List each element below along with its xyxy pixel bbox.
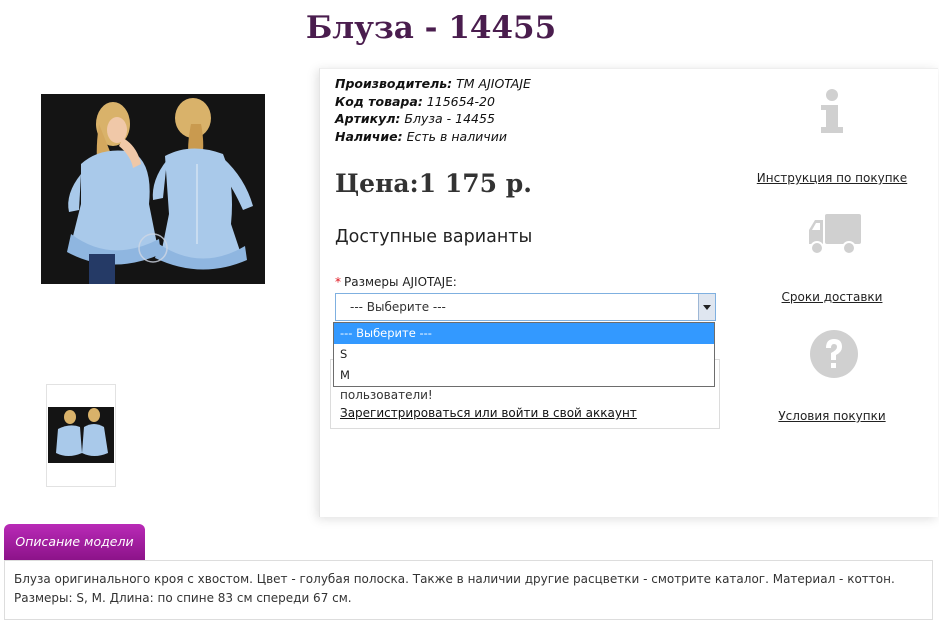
size-label: * Размеры AJIOTAJE: <box>335 275 457 289</box>
size-option[interactable]: S <box>334 344 714 365</box>
product-title: Блуза - 14455 <box>305 10 557 46</box>
instruction-link[interactable]: Инструкция по покупке <box>747 171 917 185</box>
size-select[interactable]: --- Выберите --- <box>335 293 716 321</box>
price: Цена:1 175 р. <box>335 169 532 198</box>
login-text: пользователи! <box>340 388 433 402</box>
manufacturer-label: Производитель: <box>335 76 453 91</box>
variants-heading: Доступные варианты <box>335 227 533 247</box>
article-value: Блуза - 14455 <box>404 111 495 126</box>
size-label-text: Размеры AJIOTAJE: <box>344 275 457 289</box>
product-thumbnail[interactable] <box>46 384 116 487</box>
truck-icon <box>807 212 863 262</box>
product-info-panel: Производитель: ТМ AJIOTAJE Код товара: 1… <box>319 68 938 517</box>
size-select-value: --- Выберите --- <box>350 300 446 314</box>
stock-value: Есть в наличии <box>406 128 507 144</box>
terms-link[interactable]: Условия покупки <box>747 409 917 423</box>
size-option[interactable]: M <box>334 365 714 386</box>
code-label: Код товара: <box>335 93 423 109</box>
register-login-link[interactable]: Зарегистрироваться или войти в свой акка… <box>340 406 637 420</box>
info-icon <box>817 89 847 141</box>
article-label: Артикул: <box>335 111 401 126</box>
required-mark: * <box>335 275 341 289</box>
question-icon <box>809 329 859 383</box>
size-dropdown[interactable]: --- Выберите --- S M <box>333 322 715 387</box>
product-photo[interactable] <box>41 94 265 284</box>
description-box: Блуза оригинального кроя с хвостом. Цвет… <box>4 560 933 620</box>
manufacturer-value: ТМ AJIOTAJE <box>456 76 531 91</box>
size-option[interactable]: --- Выберите --- <box>334 323 714 344</box>
chevron-down-icon[interactable] <box>698 294 715 320</box>
product-meta: Производитель: ТМ AJIOTAJE Код товара: 1… <box>335 75 531 145</box>
stock-label: Наличие: <box>335 128 403 144</box>
description-text: Блуза оригинального кроя с хвостом. Цвет… <box>14 572 895 605</box>
delivery-link[interactable]: Сроки доставки <box>747 290 917 304</box>
tab-description[interactable]: Описание модели <box>4 524 145 560</box>
code-value: 115654-20 <box>426 93 495 109</box>
